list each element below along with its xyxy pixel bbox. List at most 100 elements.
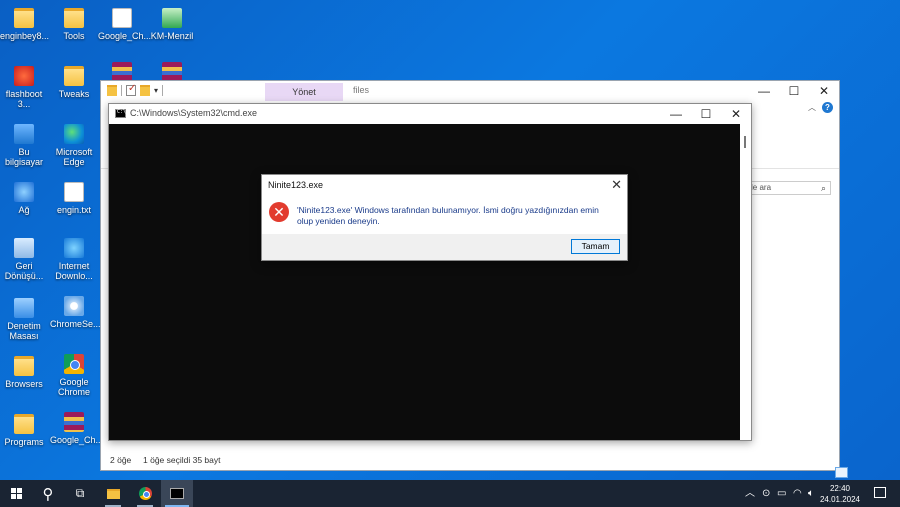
desktop-icon-idm[interactable]: Internet Downlo... <box>50 238 98 281</box>
desktop-icon-browsers[interactable]: Browsers <box>0 356 48 389</box>
clock-time: 22:40 <box>829 484 850 493</box>
error-dialog[interactable]: Ninite123.exe ✕ ✕ 'Ninite123.exe' Window… <box>261 174 628 261</box>
script-file-icon <box>112 8 132 28</box>
cmd-window[interactable]: C:\Windows\System32\cmd.exe — ☐ ✕ <box>108 103 752 441</box>
desktop-icon-label: Google Chrome <box>57 377 90 397</box>
folder-icon <box>14 356 34 376</box>
folder-icon[interactable] <box>107 85 117 96</box>
taskbar-chrome[interactable] <box>129 480 161 507</box>
folder-icon <box>64 66 84 86</box>
tab-manage[interactable]: Yönet <box>265 83 343 101</box>
desktop-icon-label: Tweaks <box>58 89 90 99</box>
start-button[interactable] <box>0 480 32 507</box>
desktop-icon-label: flashboot 3... <box>5 89 43 109</box>
desktop-icon-tweaks[interactable]: Tweaks <box>50 66 98 99</box>
search-button[interactable]: ⚲ <box>32 480 64 507</box>
text-file-icon <box>64 182 84 202</box>
desktop-icon-flashboot[interactable]: flashboot 3... <box>0 66 48 109</box>
dialog-close-button[interactable]: ✕ <box>611 177 622 193</box>
user-folder-icon <box>14 8 34 28</box>
minimize-button[interactable]: — <box>661 104 691 124</box>
desktop-icon-this-pc[interactable]: Bu bilgisayar <box>0 124 48 167</box>
maximize-button[interactable]: ☐ <box>779 81 809 101</box>
recycle-bin-icon <box>14 238 34 258</box>
desktop-icon-chromese[interactable]: ChromeSe... <box>50 296 101 329</box>
collapse-ribbon-icon[interactable]: ︿ <box>808 102 816 113</box>
edge-icon <box>64 124 84 144</box>
selection-info: 1 öğe seçildi 35 bayt <box>143 455 221 465</box>
desktop-icon-label: Microsoft Edge <box>55 147 93 167</box>
download-manager-icon <box>64 238 84 258</box>
dialog-title: Ninite123.exe <box>268 180 324 190</box>
desktop-icon-recycle-bin[interactable]: Geri Dönüşü... <box>0 238 48 281</box>
windows-icon <box>10 488 22 499</box>
desktop-icon-edge[interactable]: Microsoft Edge <box>50 124 98 167</box>
desktop-icon-km-menzil[interactable]: KM-Menzil <box>148 8 196 41</box>
desktop-icon-label: Bu bilgisayar <box>4 147 44 167</box>
cmd-titlebar[interactable]: C:\Windows\System32\cmd.exe — ☐ ✕ <box>109 104 751 124</box>
desktop-icon-label: KM-Menzil <box>150 31 194 41</box>
status-bar: 2 öğe 1 öğe seçildi 35 bayt <box>101 450 848 478</box>
explorer-title: files <box>353 85 370 95</box>
desktop-icon-control-panel[interactable]: Denetim Masası <box>0 298 48 341</box>
desktop-icon-label: Tools <box>63 31 85 41</box>
volume-icon[interactable]: 🔈︎ <box>808 480 814 507</box>
customize-toolbar-icon[interactable]: ▾ <box>154 85 158 96</box>
toolbar-divider <box>121 85 122 96</box>
clock-date: 24.01.2024 <box>819 495 860 504</box>
desktop-icon-label: Ağ <box>18 205 30 215</box>
disc-image-icon <box>64 296 84 316</box>
properties-icon[interactable] <box>126 83 136 96</box>
maximize-button[interactable]: ☐ <box>691 104 721 124</box>
explorer-window-controls: — ☐ ✕ <box>749 81 839 101</box>
task-view-button[interactable]: ⧉ <box>64 480 96 507</box>
app-tray-icon[interactable]: ⊙ <box>762 480 770 507</box>
search-input[interactable]: le ara ⌕ <box>746 181 831 195</box>
ok-button[interactable]: Tamam <box>571 239 620 254</box>
search-icon[interactable]: ⌕ <box>821 182 826 194</box>
task-view-icon: ⧉ <box>75 486 85 500</box>
script-file-icon <box>162 8 182 28</box>
folder-icon <box>14 414 34 434</box>
desktop-icon-label: Programs <box>4 437 44 447</box>
search-placeholder: le ara <box>751 183 772 192</box>
close-button[interactable]: ✕ <box>809 81 839 101</box>
desktop-icon-google-chrome[interactable]: Google Chrome <box>50 354 98 397</box>
explorer-titlebar[interactable]: ▾ Yönet files — ☐ ✕ <box>101 81 839 101</box>
close-button[interactable]: ✕ <box>721 104 751 124</box>
notification-icon[interactable] <box>874 487 886 498</box>
clock[interactable]: 22:40 24.01.2024 <box>820 483 860 505</box>
folder-icon <box>64 8 84 28</box>
battery-icon[interactable]: ▭ <box>777 480 786 507</box>
console-output[interactable] <box>109 124 741 440</box>
desktop-icon-label: Google_Ch... <box>50 435 104 445</box>
winrar-archive-icon <box>64 412 84 432</box>
scrollbar[interactable] <box>740 124 751 440</box>
desktop-icon-google-ch-rar[interactable]: Google_Ch... <box>50 412 103 445</box>
control-panel-icon <box>14 298 34 318</box>
desktop-icon-label: Denetim Masası <box>7 321 41 341</box>
desktop-icon-enginbey[interactable]: enginbey8... <box>0 8 50 41</box>
cmd-icon <box>115 109 126 118</box>
winrar-archive-icon <box>162 62 182 82</box>
folder-icon <box>106 488 120 499</box>
desktop-icon-tools[interactable]: Tools <box>50 8 98 41</box>
chrome-icon <box>64 354 84 374</box>
new-folder-icon[interactable] <box>140 85 150 96</box>
taskbar-file-explorer[interactable] <box>97 480 129 507</box>
taskbar-cmd[interactable] <box>161 480 193 507</box>
desktop-icon-engin-txt[interactable]: engin.txt <box>50 182 98 215</box>
desktop-icon-google-ch[interactable]: Google_Ch... <box>98 8 151 41</box>
large-icons-view-icon[interactable] <box>835 467 848 478</box>
desktop-icon-network[interactable]: Ağ <box>0 182 48 215</box>
ribbon-controls: ︿ ? <box>808 102 833 113</box>
help-icon[interactable]: ? <box>822 102 833 113</box>
desktop-icon-label: enginbey8... <box>0 31 50 41</box>
chrome-icon <box>138 487 152 500</box>
show-hidden-icons-button[interactable]: ︿ <box>745 480 755 507</box>
desktop-icon-label: Google_Ch... <box>98 31 152 41</box>
taskbar: ⚲ ⧉ ︿ ⊙ ▭ ◠ 🔈︎ 22:40 24.01.2024 <box>0 480 900 507</box>
minimize-button[interactable]: — <box>749 81 779 101</box>
desktop-icon-programs[interactable]: Programs <box>0 414 48 447</box>
wifi-icon[interactable]: ◠ <box>793 480 802 507</box>
